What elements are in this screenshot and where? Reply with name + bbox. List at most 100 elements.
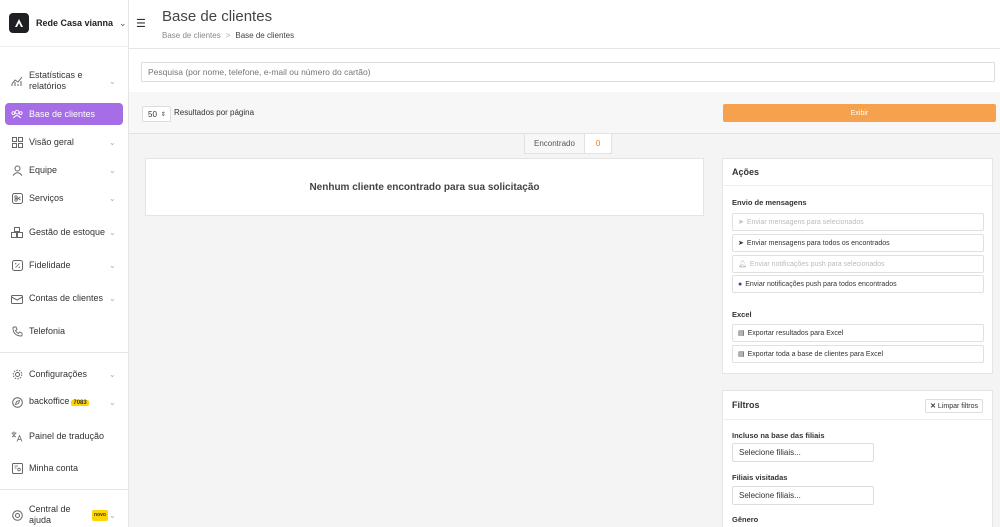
sidebar-item-team[interactable]: Equipe ⌄ xyxy=(5,164,123,176)
sidebar-item-label: Fidelidade xyxy=(29,259,71,270)
chevron-down-icon: ⌄ xyxy=(109,369,116,379)
found-counter: Encontrado 0 xyxy=(524,134,613,154)
branches-select[interactable]: Selecione filiais... xyxy=(732,443,874,462)
gear-icon xyxy=(11,368,23,380)
sidebar-item-label: Configurações xyxy=(29,368,88,379)
results-toolbar: 50 ⇕ Resultados por página Exibir xyxy=(129,92,1000,134)
chevron-down-icon: ⌄ xyxy=(109,260,116,270)
sidebar-item-label: Telefonia xyxy=(29,325,66,336)
bell-icon: 🔔︎ xyxy=(738,261,747,268)
select-arrows-icon: ⇕ xyxy=(160,111,166,118)
excel-section-title: Excel xyxy=(732,310,752,319)
sidebar-item-services[interactable]: Serviços ⌄ xyxy=(5,192,123,204)
wallet-icon xyxy=(11,292,23,304)
sidebar-item-label: backoffice 7083 xyxy=(29,396,109,409)
chart-icon xyxy=(11,75,23,87)
actions-title: Ações xyxy=(723,159,992,186)
count-badge: 7083 xyxy=(71,399,89,406)
grid-icon xyxy=(11,136,23,148)
breadcrumb-current: Base de clientes xyxy=(235,31,295,40)
scissors-icon xyxy=(11,192,23,204)
button-label: Enviar notificações push para selecionad… xyxy=(749,260,885,268)
filters-panel: Filtros ✕ Limpar filtros Incluso na base… xyxy=(722,390,993,527)
button-label: Enviar notificações push para todos enco… xyxy=(745,280,897,288)
search-input[interactable] xyxy=(141,62,995,82)
found-label: Encontrado xyxy=(525,134,585,153)
file-icon: ▤ xyxy=(738,330,745,337)
file-icon: ▤ xyxy=(738,351,745,358)
sidebar-item-accounts[interactable]: Contas de clientes ⌄ xyxy=(5,285,123,311)
chevron-down-icon: ⌄ xyxy=(109,76,116,86)
sidebar-divider xyxy=(0,352,129,353)
sidebar-item-help-center[interactable]: Central de ajuda novo ⌄ xyxy=(5,503,123,527)
bell-icon: ● xyxy=(738,280,743,288)
send-messages-selected-button[interactable]: ➤ Enviar mensagens para selecionados xyxy=(732,213,984,231)
clear-filters-label: Limpar filtros xyxy=(937,403,978,410)
chevron-down-icon: ⌄ xyxy=(109,137,116,147)
send-icon: ➤ xyxy=(738,219,744,226)
per-page-label: Resultados por página xyxy=(174,108,255,117)
percent-icon xyxy=(11,259,23,271)
button-label: Enviar mensagens para todos os encontrad… xyxy=(746,239,890,247)
box-icon xyxy=(11,226,23,238)
sidebar-item-backoffice[interactable]: backoffice 7083 ⌄ xyxy=(5,396,123,408)
sidebar-item-my-account[interactable]: Minha conta xyxy=(5,462,123,474)
account-icon xyxy=(11,462,23,474)
sidebar: Rede Casa vianna ⌄ Estatísticas e relató… xyxy=(0,0,129,527)
gender-filter-label: Gênero xyxy=(732,515,759,524)
sidebar-item-label: Central de ajuda xyxy=(29,504,71,525)
translate-icon xyxy=(11,430,23,442)
chevron-down-icon: ⌄ xyxy=(119,17,127,28)
sidebar-item-label: Painel de tradução xyxy=(29,430,105,441)
branches-filter-label: Incluso na base das filiais xyxy=(732,431,825,440)
send-push-all-button[interactable]: ● Enviar notificações push para todos enc… xyxy=(732,275,984,293)
breadcrumb: Base de clientes > Base de clientes xyxy=(162,31,294,40)
per-page-select[interactable]: 50 ⇕ xyxy=(142,106,171,122)
menu-icon[interactable]: ☰ xyxy=(136,17,146,30)
chevron-down-icon: ⌄ xyxy=(109,165,116,175)
export-results-excel-button[interactable]: ▤ Exportar resultados para Excel xyxy=(732,324,984,342)
sidebar-item-loyalty[interactable]: Fidelidade ⌄ xyxy=(5,259,123,271)
sidebar-item-label: Estatísticas e relatórios xyxy=(29,70,83,91)
help-icon xyxy=(11,509,23,521)
backoffice-label: backoffice xyxy=(29,395,70,406)
messaging-section-title: Envio de mensagens xyxy=(732,198,807,207)
sidebar-item-telephony[interactable]: Telefonia xyxy=(5,325,123,337)
sidebar-item-label: Base de clientes xyxy=(29,108,96,119)
empty-result-message: Nenhum cliente encontrado para sua solic… xyxy=(145,158,704,216)
sidebar-item-statistics[interactable]: Estatísticas e relatórios ⌄ xyxy=(5,67,123,95)
sidebar-item-label: Serviços xyxy=(29,192,64,203)
compass-icon xyxy=(11,396,23,408)
sidebar-item-overview[interactable]: Visão geral ⌄ xyxy=(5,136,123,148)
export-all-excel-button[interactable]: ▤ Exportar toda a base de clientes para E… xyxy=(732,345,984,363)
brand-switcher[interactable]: Rede Casa vianna ⌄ xyxy=(0,0,128,47)
show-button[interactable]: Exibir xyxy=(723,104,996,122)
sidebar-divider xyxy=(0,489,129,490)
actions-panel: Ações Envio de mensagens ➤ Enviar mensage… xyxy=(722,158,993,374)
chevron-down-icon: ⌄ xyxy=(109,510,116,520)
visited-branches-select[interactable]: Selecione filiais... xyxy=(732,486,874,505)
breadcrumb-link[interactable]: Base de clientes xyxy=(162,31,221,40)
chevron-down-icon: ⌄ xyxy=(109,397,116,407)
clear-filters-button[interactable]: ✕ Limpar filtros xyxy=(925,399,983,413)
chevron-down-icon: ⌄ xyxy=(109,193,116,203)
phone-icon xyxy=(11,325,23,337)
sidebar-item-translation[interactable]: Painel de tradução xyxy=(5,423,123,449)
button-label: Enviar mensagens para selecionados xyxy=(746,218,864,226)
users-icon xyxy=(11,108,23,120)
sidebar-item-customers[interactable]: Base de clientes xyxy=(5,103,123,125)
page-header: ☰ Base de clientes Base de clientes > Base… xyxy=(129,0,1000,49)
send-push-selected-button[interactable]: 🔔︎ Enviar notificações push para selecion… xyxy=(732,255,984,273)
app-logo xyxy=(9,13,29,33)
send-icon: ➤ xyxy=(738,240,744,247)
search-bar xyxy=(129,49,1000,92)
button-label: Exportar toda a base de clientes para Ex… xyxy=(747,350,884,358)
sidebar-item-settings[interactable]: Configurações ⌄ xyxy=(5,368,123,380)
send-messages-all-button[interactable]: ➤ Enviar mensagens para todos os encontra… xyxy=(732,234,984,252)
breadcrumb-separator: > xyxy=(225,31,231,40)
sidebar-item-stock[interactable]: Gestão de estoque ⌄ xyxy=(5,219,123,245)
sidebar-item-label: Contas de clientes xyxy=(29,292,104,303)
found-count: 0 xyxy=(595,139,601,148)
close-icon: ✕ xyxy=(930,403,936,410)
brand-name: Rede Casa vianna xyxy=(36,18,114,28)
